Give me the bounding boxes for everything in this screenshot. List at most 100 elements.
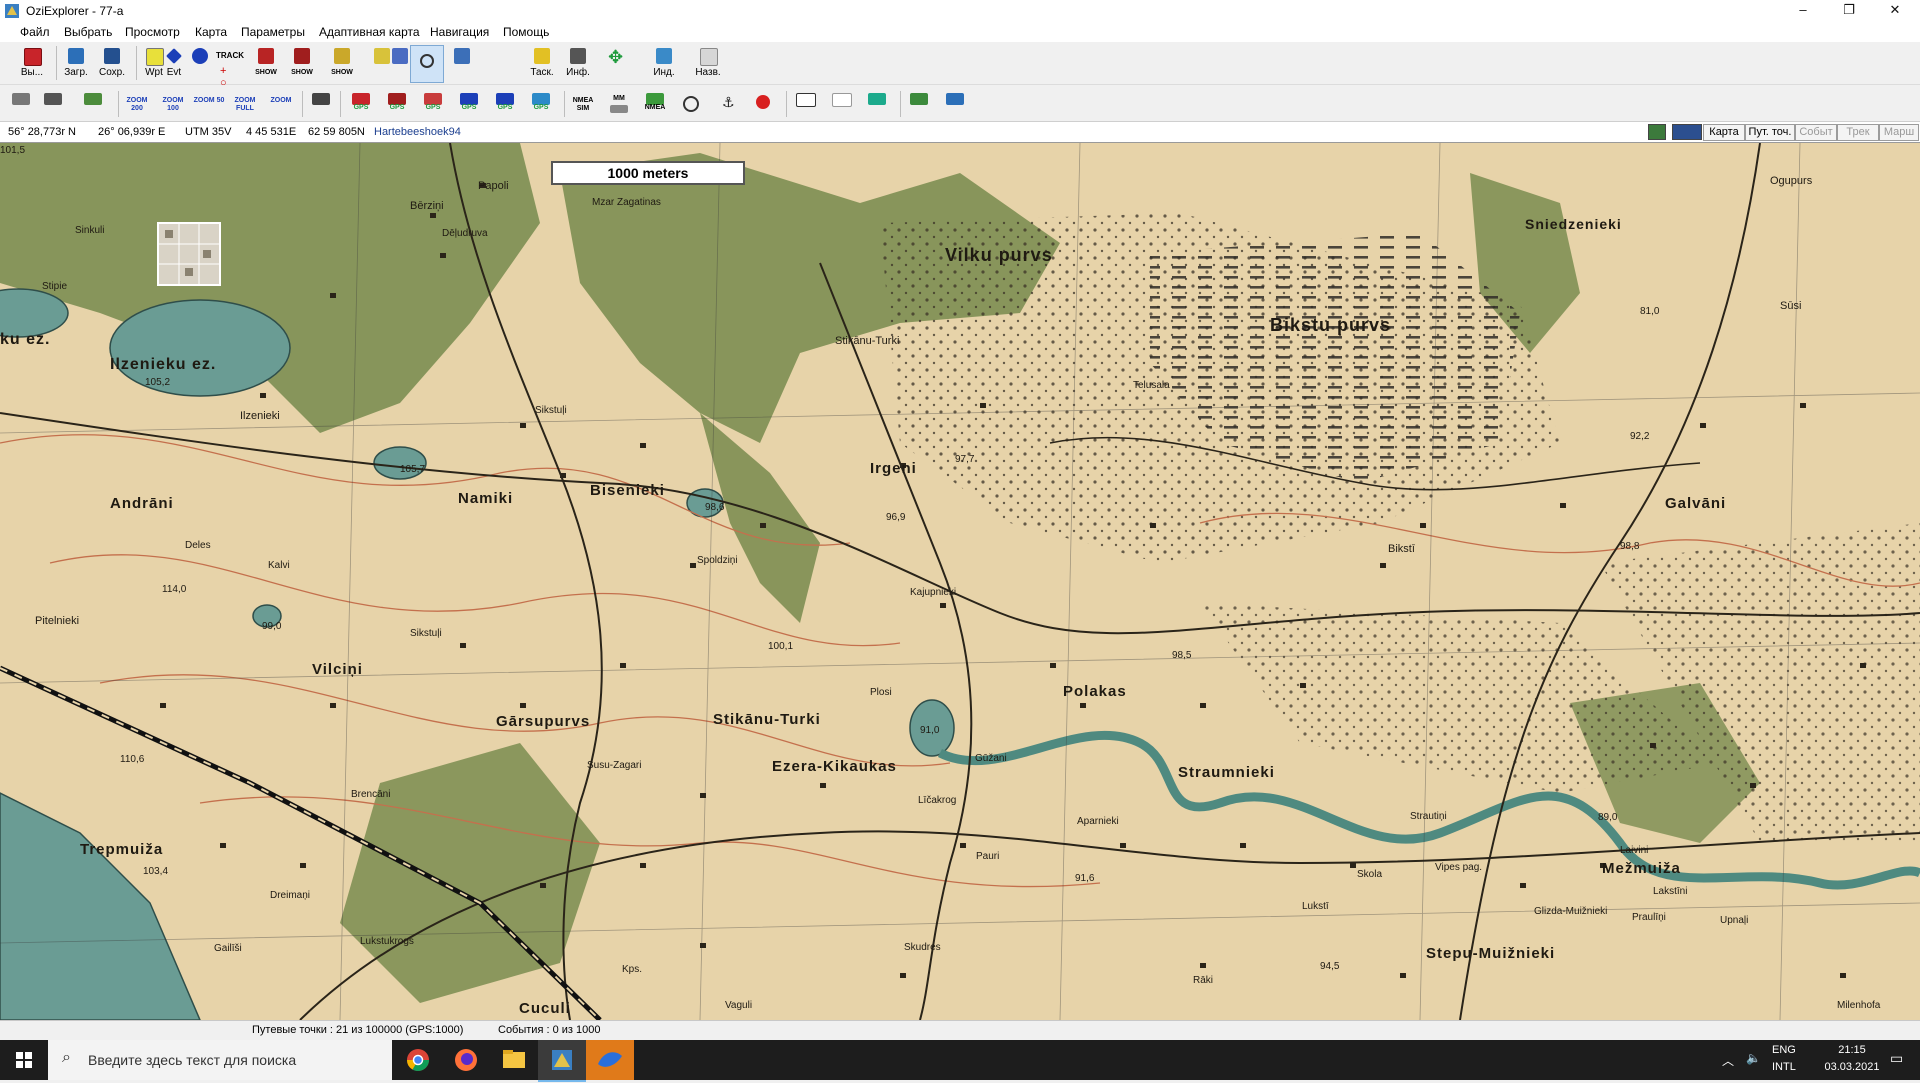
tab-track[interactable]: Трек <box>1837 124 1879 141</box>
graph-button[interactable] <box>828 91 854 117</box>
start-button[interactable] <box>0 1040 48 1080</box>
menu-select[interactable]: Выбрать <box>64 25 112 39</box>
building-marker <box>820 783 826 788</box>
printer-button[interactable] <box>8 91 34 117</box>
building-marker <box>1520 883 1526 888</box>
exit-button[interactable]: Вы... <box>16 45 48 81</box>
oziexplorer-taskbar-icon[interactable] <box>538 1040 586 1082</box>
map-label: Vilciņi <box>312 661 363 678</box>
menu-adaptive-map[interactable]: Адаптивная карта <box>319 25 420 39</box>
gps-routes-button[interactable]: GPS <box>420 91 446 117</box>
show-events-button[interactable]: SHOW <box>286 45 318 81</box>
map-label: Pauri <box>976 851 999 862</box>
map-load-button[interactable] <box>80 91 106 117</box>
show-waypoints-button[interactable]: SHOW <box>250 45 282 81</box>
notification-icon[interactable]: ▭ <box>1890 1050 1903 1067</box>
maximize-button[interactable]: ❐ <box>1826 0 1872 22</box>
firefox-taskbar-icon[interactable] <box>442 1040 490 1080</box>
map-label: Stepu-Muižnieki <box>1426 945 1555 962</box>
building-marker <box>260 393 266 398</box>
map-export-button[interactable] <box>942 91 968 117</box>
menu-view[interactable]: Просмотр <box>125 25 180 39</box>
signal-button[interactable] <box>864 91 890 117</box>
stop-button[interactable] <box>750 91 776 117</box>
save-button[interactable]: Сохр. <box>96 45 128 81</box>
language-secondary[interactable]: INTL <box>1772 1061 1796 1073</box>
language-primary[interactable]: ENG <box>1772 1044 1796 1056</box>
map-window-button[interactable] <box>446 45 478 81</box>
load-button[interactable]: Загр. <box>60 45 92 81</box>
building-marker <box>1300 683 1306 688</box>
show-routes-button[interactable]: SHOW <box>326 45 358 81</box>
building-marker <box>900 973 906 978</box>
map-label: Vaguli <box>725 1000 752 1011</box>
image-button[interactable] <box>792 91 818 117</box>
crosshair-button[interactable] <box>678 91 704 117</box>
track-button[interactable]: TRACK + ○ <box>212 45 246 89</box>
mini-map-tile[interactable] <box>157 222 221 286</box>
gps-track-button[interactable]: GPS <box>456 91 482 117</box>
anchor-button[interactable]: ⚓ <box>714 91 740 117</box>
map-label: Līčakrog <box>918 795 956 806</box>
building-marker <box>940 603 946 608</box>
gps-settings-button[interactable] <box>308 91 334 117</box>
moving-map-button[interactable]: MM <box>606 91 632 117</box>
tab-map[interactable]: Карта <box>1703 124 1745 141</box>
nmea-button[interactable]: NMEA <box>642 91 668 117</box>
file-explorer-taskbar-icon[interactable] <box>490 1040 538 1080</box>
map-canvas[interactable]: Papoli Mzar Zagatinas Bērziņi Sinkuli Dēļudr… <box>0 143 1920 1020</box>
menu-help[interactable]: Помощь <box>503 25 549 39</box>
volume-icon[interactable]: 🔈 <box>1746 1051 1761 1065</box>
map-view-icon[interactable] <box>1648 124 1666 140</box>
task-button[interactable]: Таск. <box>526 45 558 81</box>
app-taskbar-icon[interactable] <box>586 1040 634 1080</box>
pan-button[interactable]: ✥ <box>600 45 636 81</box>
gps-download-button[interactable]: GPS <box>528 91 554 117</box>
save-view-icon[interactable] <box>1672 124 1702 140</box>
taskbar-search-box[interactable]: ⌕ Введите здесь текст для поиска <box>48 1040 392 1080</box>
map-label: 105,2 <box>145 377 170 388</box>
find-button[interactable] <box>410 45 444 83</box>
indicator-button[interactable]: Инд. <box>648 45 680 81</box>
info-icon <box>570 48 586 64</box>
info-button[interactable]: Инф. <box>562 45 594 81</box>
tab-waypoints[interactable]: Пут. точ. <box>1745 124 1795 141</box>
menu-settings[interactable]: Параметры <box>241 25 305 39</box>
easting-readout: 4 45 531E <box>246 126 297 138</box>
map-graphics: Papoli Mzar Zagatinas Bērziņi Sinkuli Dēļudr… <box>0 143 1920 1020</box>
close-button[interactable]: ✕ <box>1872 0 1918 22</box>
building-marker <box>430 213 436 218</box>
nmea-sim-button[interactable]: NMEA SIM <box>570 91 596 117</box>
tray-chevron-icon[interactable]: ︿ <box>1722 1052 1734 1069</box>
toolbar-separator <box>118 91 119 117</box>
gps-waypoints-button[interactable]: GPS <box>348 91 374 117</box>
tab-route[interactable]: Марш <box>1879 124 1919 141</box>
zoom-200-button[interactable]: ZOOM 200 <box>124 91 150 117</box>
zoom-50-button[interactable]: ZOOM 50 <box>194 91 225 117</box>
minimize-button[interactable]: – <box>1780 0 1826 22</box>
map-label: 100,1 <box>768 641 793 652</box>
menu-file[interactable]: Файл <box>20 25 50 39</box>
zoom-full-button[interactable]: ZOOM FULL <box>232 91 258 117</box>
gps-upload-button[interactable]: GPS <box>492 91 518 117</box>
menu-navigation[interactable]: Навигация <box>430 25 489 39</box>
chrome-taskbar-icon[interactable] <box>394 1040 442 1080</box>
map-label: Brencāni <box>351 789 390 800</box>
secondary-toolbar: ZOOM 200 ZOOM 100 ZOOM 50 ZOOM FULL ZOOM… <box>0 85 1920 122</box>
show-events-icon <box>294 48 310 64</box>
map-label: Kps. <box>622 964 642 975</box>
map-import-button[interactable] <box>906 91 932 117</box>
datum-readout: Hartebeeshoek94 <box>374 126 461 138</box>
tab-events[interactable]: Событ <box>1795 124 1837 141</box>
search-placeholder: Введите здесь текст для поиска <box>88 1052 297 1068</box>
name-button[interactable]: Назв. <box>692 45 724 81</box>
map-label: Dreimaņi <box>270 890 310 901</box>
clock-date[interactable]: 03.03.2021 <box>1820 1061 1884 1073</box>
menu-map[interactable]: Карта <box>195 25 227 39</box>
zoom-button[interactable]: ZOOM <box>268 91 294 117</box>
map-label: Stipie <box>42 281 67 292</box>
gps-events-button[interactable]: GPS <box>384 91 410 117</box>
clock-time[interactable]: 21:15 <box>1820 1044 1884 1056</box>
map-tools-button[interactable] <box>40 91 66 117</box>
zoom-100-button[interactable]: ZOOM 100 <box>160 91 186 117</box>
